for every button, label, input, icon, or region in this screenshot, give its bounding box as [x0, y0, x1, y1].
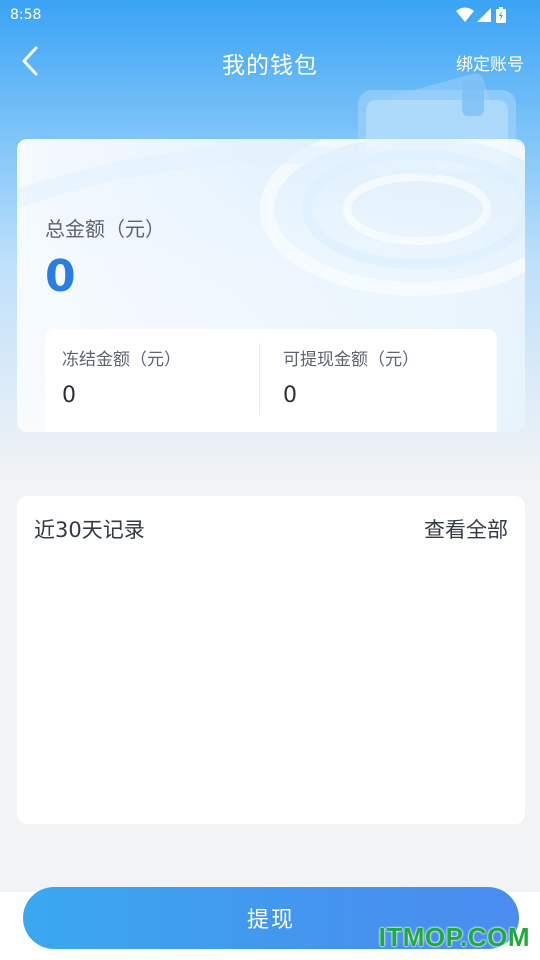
signal-icon: [477, 8, 491, 22]
balance-card: 总金额（元） 0 冻结金额（元） 0 可提现金额（元） 0: [17, 139, 525, 432]
frozen-amount-value: 0: [62, 383, 76, 408]
status-bar: 8:58: [0, 0, 540, 32]
bind-account-button[interactable]: 绑定账号: [456, 50, 524, 75]
battery-icon: [496, 7, 506, 23]
records-title: 近30天记录: [34, 518, 145, 542]
wifi-icon: [456, 7, 474, 22]
frozen-amount-label: 冻结金额（元）: [62, 350, 181, 370]
withdrawable-amount: 可提现金额（元） 0: [283, 345, 419, 408]
navigation-bar: 我的钱包 绑定账号: [0, 36, 540, 86]
divider: [259, 343, 260, 415]
view-all-link[interactable]: 查看全部: [424, 514, 508, 544]
watermark: ITMOP.COM: [378, 922, 530, 952]
frozen-amount: 冻结金额（元） 0: [62, 345, 181, 408]
total-amount-label: 总金额（元）: [45, 217, 165, 241]
balance-breakdown: 冻结金额（元） 0 可提现金额（元） 0: [45, 329, 497, 432]
total-amount-value: 0: [45, 251, 76, 302]
withdrawable-amount-label: 可提现金额（元）: [283, 350, 419, 370]
status-time: 8:58: [10, 7, 42, 23]
records-card: 近30天记录 查看全部: [17, 496, 525, 824]
withdrawable-amount-value: 0: [283, 383, 297, 408]
